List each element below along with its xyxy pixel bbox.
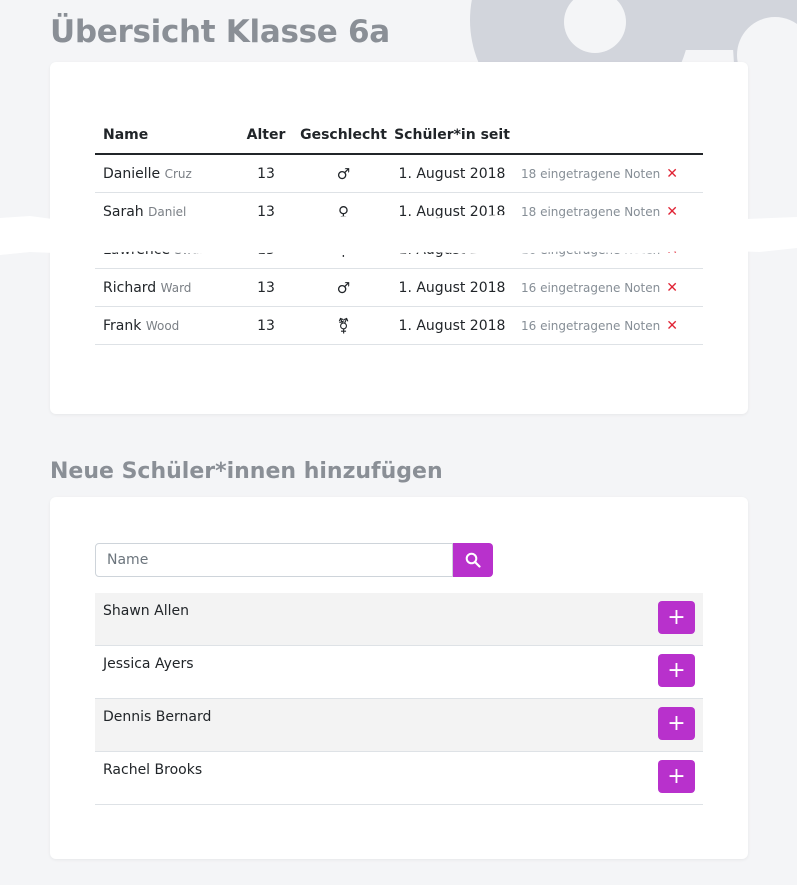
- candidate-name: Jessica Ayers: [103, 656, 194, 672]
- candidate-name: Rachel Brooks: [103, 762, 203, 778]
- remove-student-button[interactable]: ✕: [666, 318, 678, 334]
- student-name: Frank Wood: [95, 306, 236, 345]
- add-student-button[interactable]: +: [658, 601, 695, 634]
- list-item: Jessica Ayers +: [95, 646, 703, 699]
- gender-icon: ⚲: [296, 230, 391, 269]
- column-header-actions: [513, 108, 703, 155]
- remove-student-button[interactable]: ✕: [666, 280, 678, 296]
- student-name: Lawrence Swan: [95, 230, 236, 269]
- last-name: Daniel: [148, 204, 187, 219]
- last-name: Ward: [160, 280, 192, 295]
- gender-icon: ⚧: [296, 306, 391, 345]
- page-title: Übersicht Klasse 6a: [50, 14, 390, 50]
- search-input[interactable]: [95, 543, 453, 577]
- first-name: Richard: [103, 279, 157, 296]
- student-age: 13: [236, 154, 296, 193]
- students-card: Name Alter Geschlecht Schüler*in seit Da…: [50, 62, 748, 414]
- list-item: Shawn Allen +: [95, 593, 703, 646]
- table-header-row: Name Alter Geschlecht Schüler*in seit: [95, 108, 703, 155]
- student-age: 13: [236, 192, 296, 231]
- gender-icon: ♂: [296, 154, 391, 193]
- gender-symbol: ⚲: [338, 240, 349, 259]
- search-icon: [465, 552, 481, 568]
- column-header-gender: Geschlecht: [296, 108, 391, 155]
- student-age: 13: [236, 306, 296, 345]
- student-age: 13: [236, 230, 296, 269]
- add-student-button[interactable]: +: [658, 654, 695, 687]
- gender-symbol: ⚧: [337, 316, 350, 335]
- student-since: 1. August 2018: [391, 306, 513, 345]
- grades-link[interactable]: 16 eingetragene Noten: [521, 243, 660, 257]
- column-header-since: Schüler*in seit: [391, 108, 513, 155]
- student-since: 1. August 2018: [391, 268, 513, 307]
- remove-student-button[interactable]: ✕: [666, 204, 678, 220]
- column-header-age: Alter: [236, 108, 296, 155]
- gender-icon: ♂: [296, 268, 391, 307]
- gender-icon: ♀: [296, 192, 391, 231]
- candidate-list: Shawn Allen + Jessica Ayers + Dennis Ber…: [95, 593, 703, 805]
- candidate-name: Shawn Allen: [103, 603, 189, 619]
- table-row: Richard Ward 13 ♂ 1. August 2018 16 eing…: [95, 268, 703, 307]
- first-name: Lawrence: [103, 241, 171, 258]
- grades-cell: 18 eingetragene Noten ✕: [513, 192, 703, 231]
- student-since: 1. August 2018: [391, 154, 513, 193]
- student-name: Richard Ward: [95, 268, 236, 307]
- grades-cell: 18 eingetragene Noten ✕: [513, 154, 703, 193]
- table-row: Danielle Cruz 13 ♂ 1. August 2018 18 ein…: [95, 154, 703, 193]
- student-since: 1. August 2018: [391, 230, 513, 269]
- last-name: Swan: [174, 242, 207, 257]
- grades-cell: 16 eingetragene Noten ✕: [513, 306, 703, 345]
- last-name: Cruz: [164, 166, 192, 181]
- first-name: Sarah: [103, 203, 144, 220]
- grades-cell: 16 eingetragene Noten ✕: [513, 230, 703, 269]
- grades-link[interactable]: 16 eingetragene Noten: [521, 319, 660, 333]
- gender-symbol: ♀: [338, 202, 349, 221]
- add-student-button[interactable]: +: [658, 760, 695, 793]
- candidate-name: Dennis Bernard: [103, 709, 212, 725]
- table-row: Frank Wood 13 ⚧ 1. August 2018 16 einget…: [95, 306, 703, 345]
- remove-student-button[interactable]: ✕: [666, 242, 678, 258]
- grades-link[interactable]: 18 eingetragene Noten: [521, 167, 660, 181]
- grades-link[interactable]: 16 eingetragene Noten: [521, 281, 660, 295]
- remove-student-button[interactable]: ✕: [666, 166, 678, 182]
- add-students-card: Shawn Allen + Jessica Ayers + Dennis Ber…: [50, 497, 748, 859]
- gender-symbol: ♂: [336, 278, 351, 297]
- grades-cell: 16 eingetragene Noten ✕: [513, 268, 703, 307]
- add-student-button[interactable]: +: [658, 707, 695, 740]
- student-name: Danielle Cruz: [95, 154, 236, 193]
- students-table: Name Alter Geschlecht Schüler*in seit Da…: [95, 108, 703, 345]
- add-section-title: Neue Schüler*innen hinzufügen: [50, 459, 443, 484]
- table-row: Lawrence Swan 13 ⚲ 1. August 2018 16 ein…: [95, 230, 703, 269]
- column-header-name: Name: [95, 108, 236, 155]
- last-name: Wood: [145, 318, 180, 333]
- search-bar: [95, 543, 493, 577]
- search-button[interactable]: [453, 543, 493, 577]
- grades-link[interactable]: 18 eingetragene Noten: [521, 205, 660, 219]
- list-item: Dennis Bernard +: [95, 699, 703, 752]
- student-name: Sarah Daniel: [95, 192, 236, 231]
- first-name: Danielle: [103, 165, 161, 182]
- student-since: 1. August 2018: [391, 192, 513, 231]
- first-name: Frank: [103, 317, 142, 334]
- student-age: 13: [236, 268, 296, 307]
- gender-symbol: ♂: [336, 164, 351, 183]
- list-item: Rachel Brooks +: [95, 752, 703, 805]
- table-row: Sarah Daniel 13 ♀ 1. August 2018 18 eing…: [95, 192, 703, 231]
